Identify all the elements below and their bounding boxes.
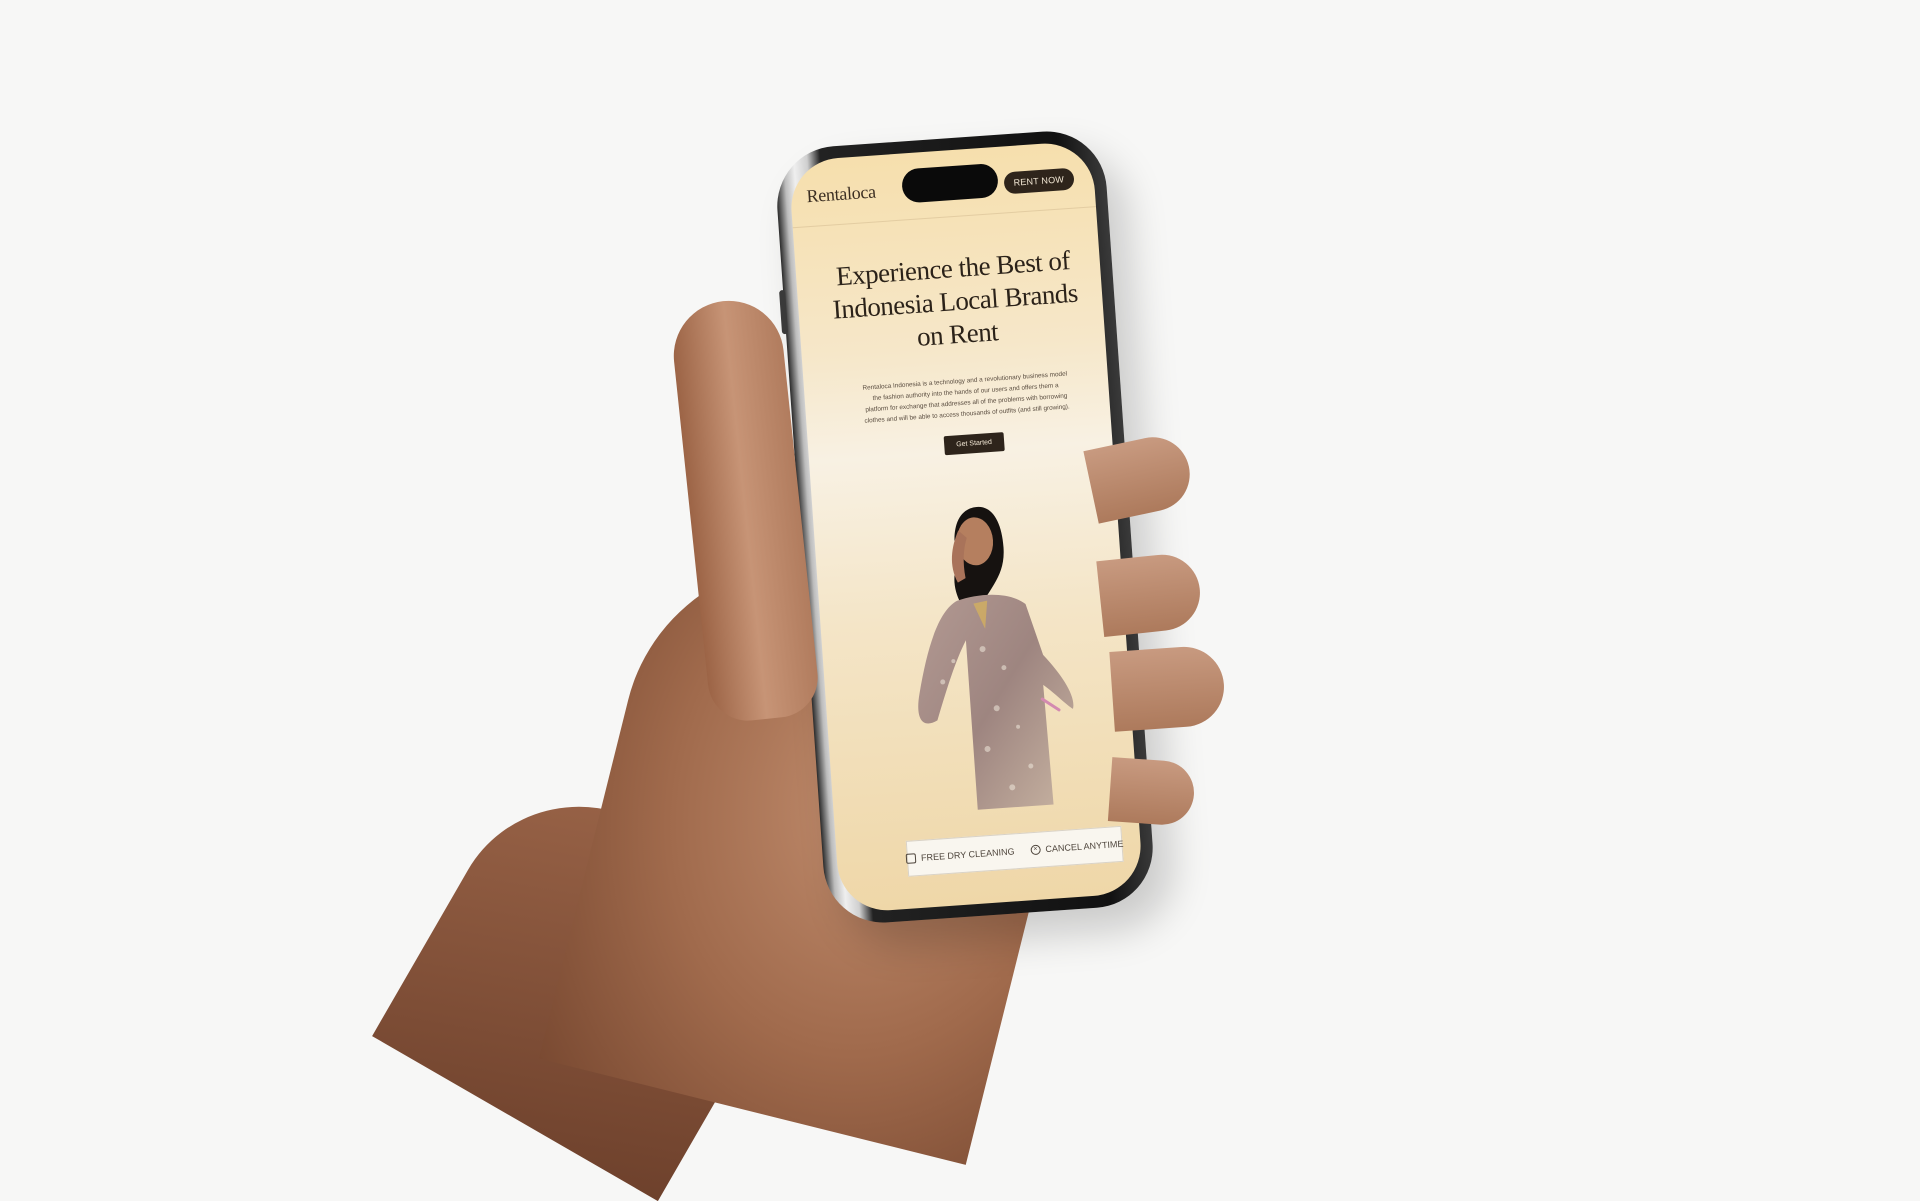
phone-device: Rentaloca RENT NOW Experience the Best o… xyxy=(773,127,1157,927)
get-started-button[interactable]: Get Started xyxy=(943,432,1005,456)
hero-description: Rentaloca Indonesia is a technology and … xyxy=(862,370,1070,425)
dry-cleaning-icon xyxy=(905,853,917,864)
feature-bar: FREE DRY CLEANING × CANCEL ANYTIME xyxy=(905,825,1124,877)
hero-title: Experience the Best of Indonesia Local B… xyxy=(831,245,1079,352)
brand-logo[interactable]: Rentaloca xyxy=(806,181,877,207)
phone-screen: Rentaloca RENT NOW Experience the Best o… xyxy=(788,140,1144,914)
rent-now-button[interactable]: RENT NOW xyxy=(1002,167,1075,195)
model-photo xyxy=(918,506,1074,810)
feature-dry-cleaning: FREE DRY CLEANING xyxy=(905,846,1015,864)
cancel-circle-icon: × xyxy=(1030,844,1041,856)
feature-label: FREE DRY CLEANING xyxy=(920,846,1015,863)
hand-finger-ring xyxy=(1109,644,1227,732)
feature-divider xyxy=(1021,842,1024,859)
feature-cancel-anytime: × CANCEL ANYTIME xyxy=(1030,838,1124,856)
mockup-scene: Rentaloca RENT NOW Experience the Best o… xyxy=(0,0,1920,1201)
dynamic-island xyxy=(900,162,1000,204)
hand-finger-middle xyxy=(1096,550,1204,638)
feature-label: CANCEL ANYTIME xyxy=(1045,838,1124,855)
hand-finger-little xyxy=(1107,757,1197,827)
